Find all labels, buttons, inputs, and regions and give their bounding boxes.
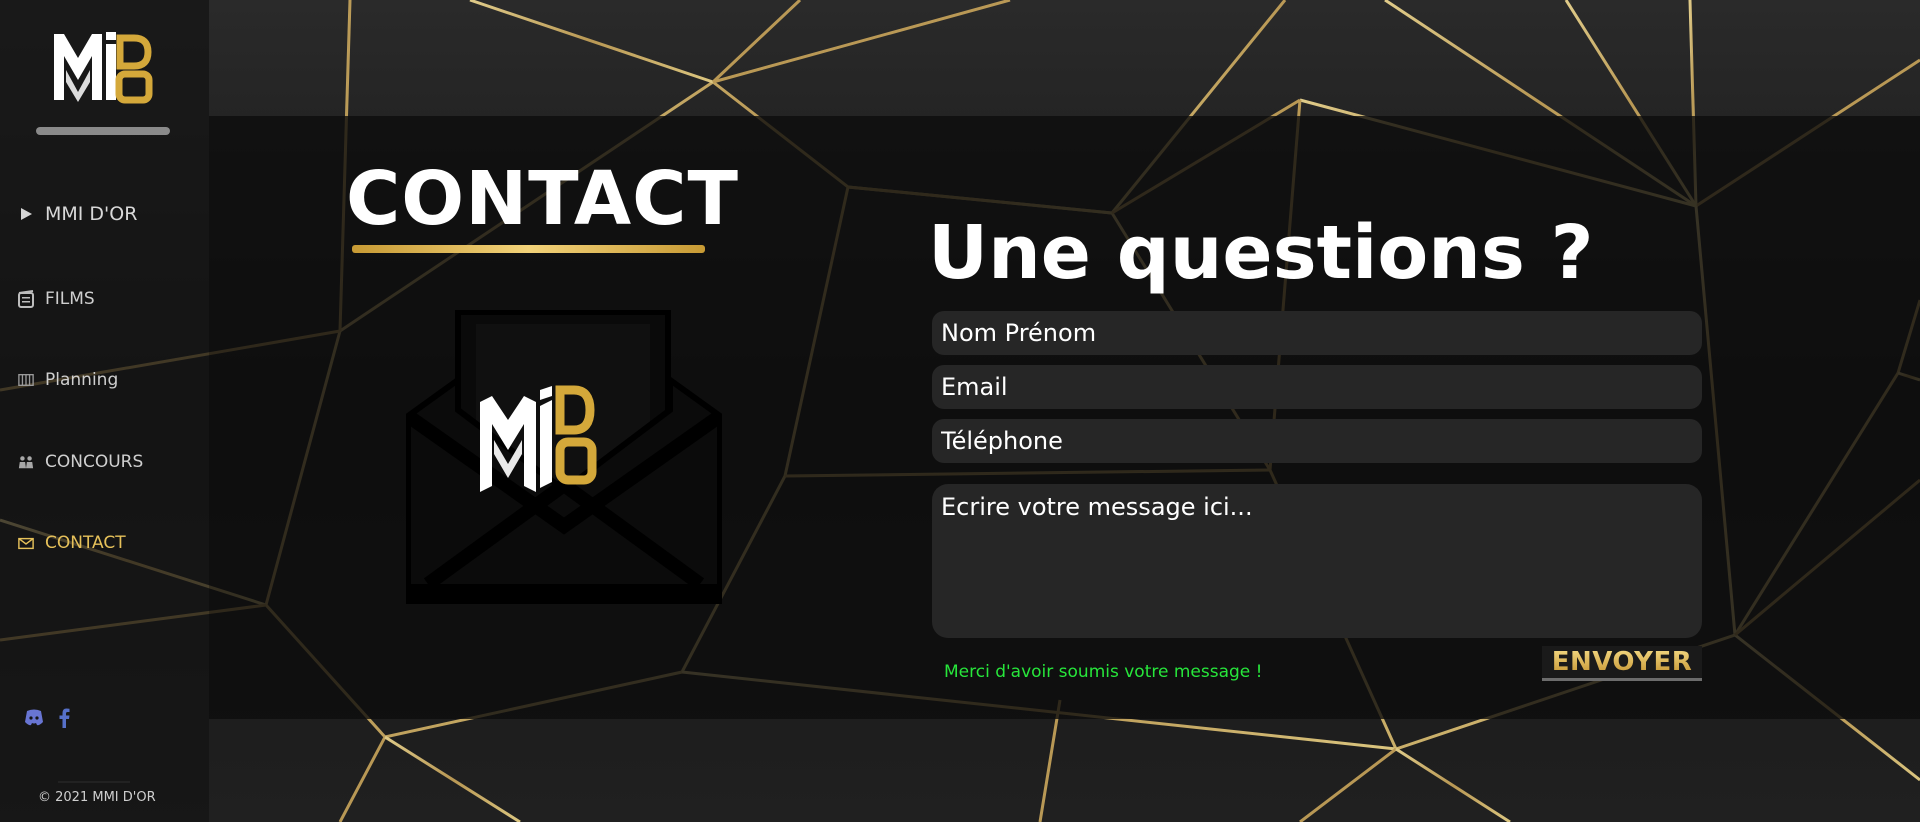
sidebar-item-planning[interactable]: Planning (18, 370, 118, 390)
sidebar: MMI D'OR FILMS Planning CONCOURS CONTACT (0, 0, 209, 822)
success-message: Merci d'avoir soumis votre message ! (944, 662, 1263, 682)
name-field (932, 311, 1702, 355)
submit-button-label: ENVOYER (1551, 647, 1693, 677)
page-title: CONTACT (346, 156, 739, 242)
trophy-people-icon (18, 454, 34, 470)
email-field (932, 365, 1702, 409)
name-input[interactable] (941, 319, 1702, 347)
sidebar-item-label: MMI D'OR (45, 203, 138, 225)
email-input[interactable] (941, 373, 1702, 401)
phone-field (932, 419, 1702, 463)
discord-icon[interactable] (24, 708, 44, 728)
envelope-icon (18, 535, 34, 551)
title-underline (352, 245, 705, 253)
sidebar-item-contact[interactable]: CONTACT (18, 533, 126, 553)
phone-input[interactable] (941, 427, 1702, 455)
footer-divider (58, 781, 130, 783)
sidebar-item-mmi-dor[interactable]: MMI D'OR (18, 203, 137, 225)
sidebar-item-label: CONTACT (45, 533, 126, 553)
facebook-icon[interactable] (54, 708, 74, 728)
film-can-icon (18, 290, 34, 308)
message-field (932, 484, 1702, 638)
submit-button[interactable]: ENVOYER (1542, 646, 1702, 681)
sidebar-item-films[interactable]: FILMS (18, 289, 95, 309)
sidebar-item-label: FILMS (45, 289, 95, 309)
sidebar-item-label: Planning (45, 370, 119, 390)
form-title: Une questions ? (928, 210, 1594, 296)
logo-underline (36, 127, 170, 135)
message-textarea[interactable] (941, 493, 1702, 623)
copyright-text: © 2021 MMI D'OR (38, 790, 156, 805)
social-links (24, 708, 74, 728)
sidebar-item-concours[interactable]: CONCOURS (18, 452, 143, 472)
calendar-icon (18, 372, 34, 388)
sidebar-item-label: CONCOURS (45, 452, 144, 472)
brand-logo[interactable] (52, 30, 156, 104)
envelope-logo-illustration (406, 310, 722, 604)
play-icon (18, 206, 34, 222)
